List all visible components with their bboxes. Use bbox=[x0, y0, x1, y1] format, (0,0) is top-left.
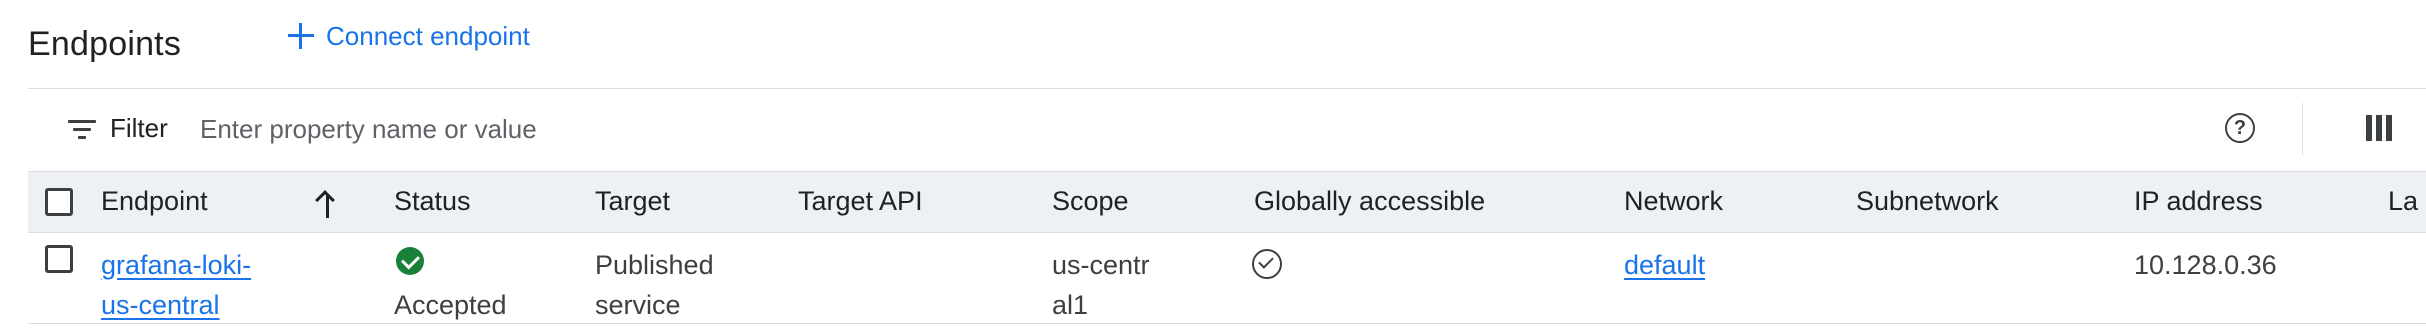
table-row: grafana-loki-us-central Accepted Publish… bbox=[28, 233, 2426, 324]
target-text: Published service bbox=[595, 250, 714, 320]
help-icon[interactable]: ? bbox=[2225, 113, 2255, 143]
plus-icon bbox=[288, 23, 314, 49]
filter-input[interactable] bbox=[200, 109, 1400, 149]
column-header-endpoint[interactable]: Endpoint bbox=[101, 186, 208, 217]
column-header-scope[interactable]: Scope bbox=[1052, 186, 1129, 217]
endpoint-link[interactable]: grafana-loki-us-central bbox=[101, 245, 271, 325]
endpoints-table: Filter ? Endpoint Status Target Target A… bbox=[28, 88, 2426, 329]
column-header-last[interactable]: La bbox=[2388, 186, 2418, 217]
table-header-row: Endpoint Status Target Target API Scope … bbox=[28, 172, 2426, 233]
column-header-globally-accessible[interactable]: Globally accessible bbox=[1254, 186, 1485, 217]
column-header-subnetwork[interactable]: Subnetwork bbox=[1856, 186, 1999, 217]
scope-text: us-central1 bbox=[1052, 250, 1150, 320]
filter-icon[interactable] bbox=[68, 120, 96, 140]
column-header-network[interactable]: Network bbox=[1624, 186, 1723, 217]
page-header: Endpoints bbox=[28, 0, 181, 88]
connect-endpoint-label: Connect endpoint bbox=[326, 20, 530, 51]
check-circle-outline-icon bbox=[1252, 249, 1282, 279]
column-display-icon[interactable] bbox=[2366, 115, 2392, 141]
filter-label: Filter bbox=[110, 113, 168, 143]
page-title: Endpoints bbox=[28, 24, 182, 63]
column-header-ip-address[interactable]: IP address bbox=[2134, 186, 2263, 217]
toolbar-divider bbox=[2302, 103, 2303, 155]
network-link[interactable]: default bbox=[1624, 245, 1705, 285]
column-header-status[interactable]: Status bbox=[394, 186, 471, 217]
ip-address-text: 10.128.0.36 bbox=[2134, 250, 2277, 280]
check-circle-filled-icon bbox=[396, 247, 424, 275]
arrow-up-icon[interactable] bbox=[315, 188, 341, 218]
column-header-target[interactable]: Target bbox=[595, 186, 670, 217]
column-header-target-api[interactable]: Target API bbox=[798, 186, 923, 217]
filter-bar: Filter ? bbox=[28, 89, 2426, 172]
row-select-checkbox[interactable] bbox=[45, 245, 73, 273]
connect-endpoint-button[interactable]: Connect endpoint bbox=[288, 16, 530, 56]
status-text: Accepted bbox=[394, 290, 507, 320]
select-all-checkbox[interactable] bbox=[45, 188, 73, 216]
